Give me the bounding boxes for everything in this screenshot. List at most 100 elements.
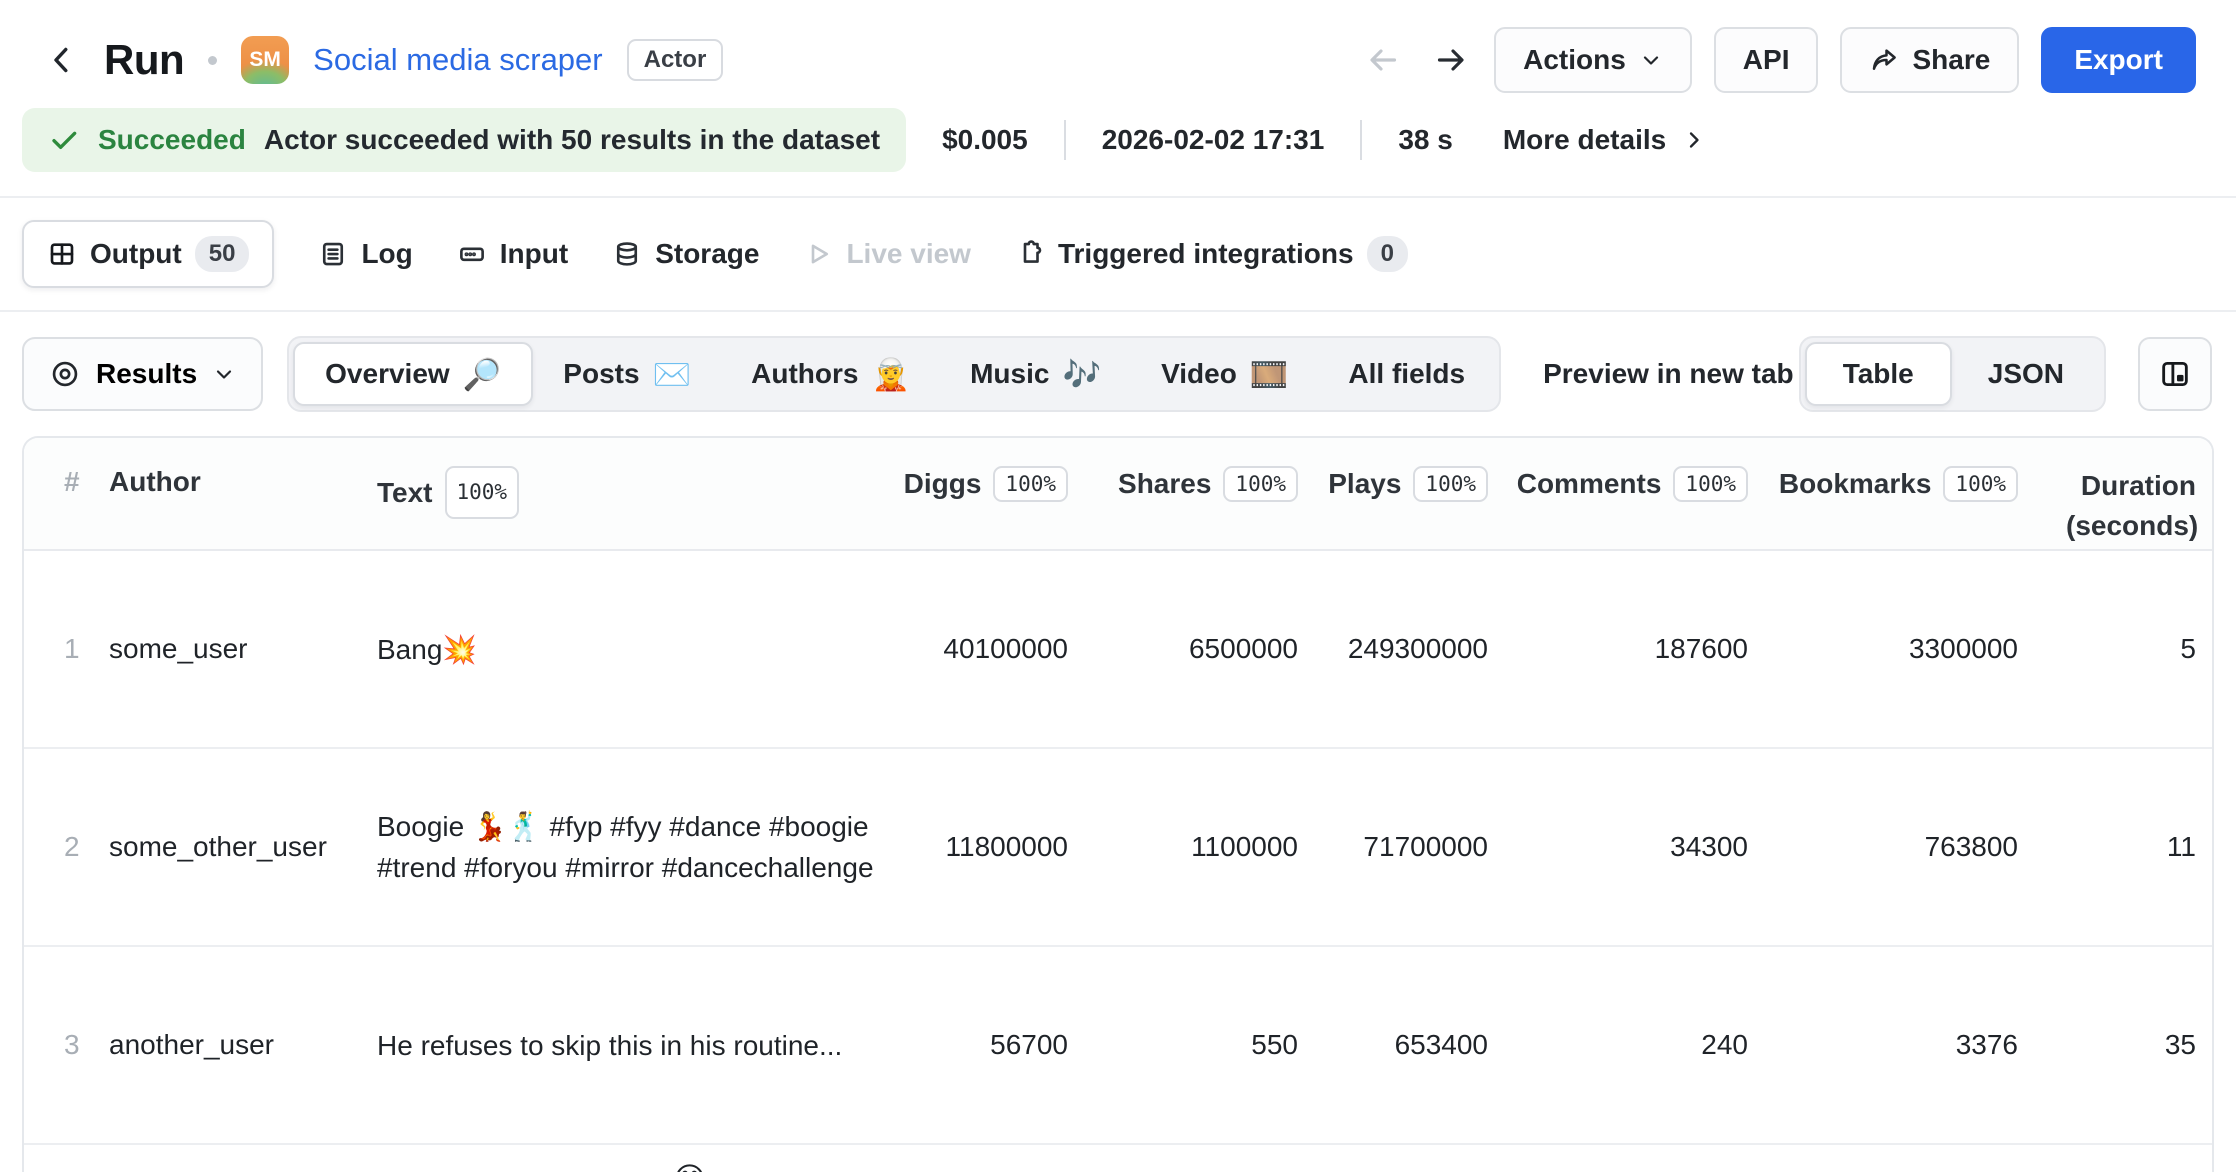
text-cell: Boogie 💃🕺 #fyp #fyy #dance #boogie #tren… [364,748,936,946]
column-header-shares[interactable]: Shares100% [1116,438,1346,550]
column-header-author[interactable]: Author [94,438,364,550]
share-button-label: Share [1912,44,1990,76]
column-header-plays[interactable]: Plays100% [1346,438,1536,550]
fill-rate-badge: 100% [1223,466,1298,502]
check-icon [48,124,80,156]
view-tab-all-fields-label: All fields [1348,358,1465,390]
film-frames-emoji-icon: 🎞️ [1250,359,1289,390]
export-button[interactable]: Export [2041,27,2196,93]
column-layout-button[interactable] [2138,337,2212,411]
column-header-bookmarks[interactable]: Bookmarks100% [1796,438,2066,550]
next-run-button[interactable] [1428,42,1472,78]
author-cell: some_user [94,550,364,748]
prev-run-button[interactable] [1362,42,1406,78]
column-header-text-label: Text [377,472,433,513]
actor-logo[interactable]: SM [241,36,289,84]
more-details-link[interactable]: More details [1503,124,1706,156]
preview-in-new-tab-link[interactable]: Preview in new tab [1543,358,1794,390]
view-tab-posts[interactable]: Posts ✉️ [533,342,721,406]
tab-live-view: Live view [803,238,971,270]
diggs-cell: 56700 [936,946,1116,1144]
fill-rate-badge: 100% [993,466,1068,502]
column-header-index: # [24,438,94,550]
view-tab-authors[interactable]: Authors 🧝 [721,342,940,406]
api-button-label: API [1743,44,1790,76]
chevron-down-icon [1639,48,1663,72]
column-header-diggs-label: Diggs [904,468,982,500]
column-header-text[interactable]: Text100% [364,438,936,550]
status-message: Actor succeeded with 50 results in the d… [264,124,880,156]
dataset-view-tabs: Overview 🔎 Posts ✉️ Authors 🧝 Music 🎶 Vi… [287,336,1501,412]
actions-button-label: Actions [1523,44,1626,76]
view-tab-music[interactable]: Music 🎶 [940,342,1131,406]
actor-link[interactable]: Social media scraper [313,42,602,78]
tab-triggered-integrations-label: Triggered integrations [1058,238,1354,270]
author-cell: another_user [94,946,364,1144]
shares-cell [1116,1144,1346,1172]
row-index-cell: 4 [24,1144,94,1172]
tab-output[interactable]: Output 50 [22,220,274,288]
more-details-label: More details [1503,124,1666,156]
column-header-bookmarks-label: Bookmarks [1779,468,1932,500]
text-cell: He refuses to skip this in his routine..… [364,946,936,1144]
header: Run SM Social media scraper Actor Action… [0,0,2236,96]
format-toggle-table[interactable]: Table [1805,342,1952,406]
back-button[interactable] [44,42,80,78]
tab-storage[interactable]: Storage [612,238,759,270]
chevron-left-icon [44,42,80,78]
format-toggle-json[interactable]: JSON [1952,342,2100,406]
tab-log[interactable]: Log [318,238,412,270]
actions-button[interactable]: Actions [1494,27,1692,93]
view-tab-video-label: Video [1161,358,1237,390]
breadcrumb-separator-dot [208,56,217,65]
column-header-comments[interactable]: Comments100% [1536,438,1796,550]
row-index-cell: 3 [24,946,94,1144]
table-row: 1 some_user Bang💥 40100000 6500000 24930… [24,550,2214,748]
chevron-right-icon [1682,128,1706,152]
log-icon [318,239,348,269]
bookmarks-cell: 763800 [1796,748,2066,946]
comments-cell: 187600 [1536,550,1796,748]
text-cell-emoji: 😊 [673,1161,706,1172]
table-row: 2 some_other_user Boogie 💃🕺 #fyp #fyy #d… [24,748,2214,946]
api-button[interactable]: API [1714,27,1819,93]
table-row: 3 another_user He refuses to skip this i… [24,946,2214,1144]
results-toolbar: Results Overview 🔎 Posts ✉️ Authors 🧝 Mu… [22,336,2212,412]
view-tab-overview[interactable]: Overview 🔎 [293,342,533,406]
page-title: Run [104,36,184,84]
author-cell: some_other_user [94,748,364,946]
share-button[interactable]: Share [1840,27,2019,93]
format-toggle-json-label: JSON [1988,358,2064,390]
author-cell [94,1144,364,1172]
diggs-cell: 40100000 [936,550,1116,748]
duration-cell: 11 [2066,748,2214,946]
column-header-diggs[interactable]: Diggs100% [936,438,1116,550]
view-tab-authors-label: Authors [751,358,858,390]
divider [1360,120,1362,160]
tab-input[interactable]: Input [457,238,568,270]
view-tab-all-fields[interactable]: All fields [1318,342,1495,406]
duration-cell: 35 [2066,946,2214,1144]
tab-output-label: Output [90,238,182,270]
results-dropdown-button[interactable]: Results [22,337,263,411]
column-header-plays-label: Plays [1328,468,1401,500]
comments-cell: 34300 [1536,748,1796,946]
view-tab-video[interactable]: Video 🎞️ [1131,342,1318,406]
plays-cell: 71700000 [1346,748,1536,946]
diggs-cell [936,1144,1116,1172]
column-header-duration[interactable]: Duration (seconds) [2066,438,2214,550]
duration-cell: 5 [2066,550,2214,748]
tab-triggered-integrations[interactable]: Triggered integrations 0 [1015,236,1408,272]
text-cell: 😊 [364,1144,936,1172]
row-index-cell: 2 [24,748,94,946]
arrow-left-icon [1366,42,1402,78]
chevron-down-icon [212,362,236,386]
view-tab-posts-label: Posts [563,358,639,390]
plays-cell: 249300000 [1346,550,1536,748]
format-toggle-table-label: Table [1843,358,1914,390]
results-dropdown-label: Results [96,358,197,390]
comments-cell: 240 [1536,946,1796,1144]
arrow-right-icon [1432,42,1468,78]
horizontal-divider [0,310,2236,312]
text-cell: Bang💥 [364,550,936,748]
